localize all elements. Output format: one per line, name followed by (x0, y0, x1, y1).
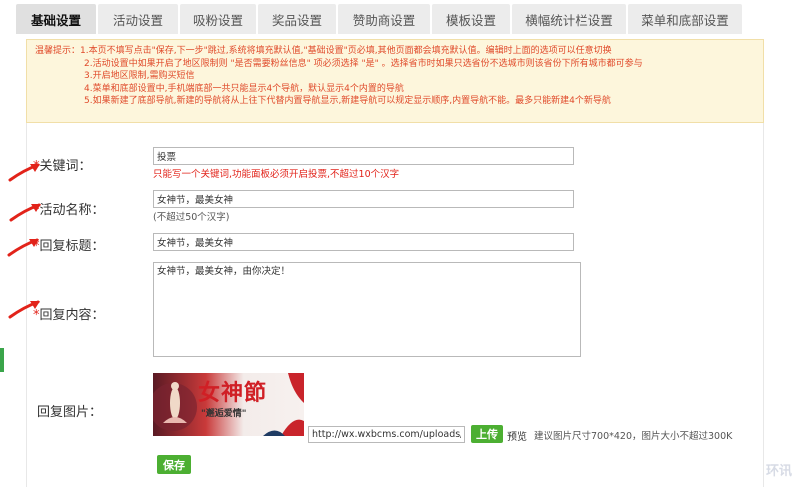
preview-link[interactable]: 预览 (507, 428, 527, 443)
activity-name-input[interactable] (153, 190, 574, 208)
tab-label: 奖品设置 (272, 10, 322, 29)
tab-menu-footer-settings[interactable]: 菜单和底部设置 (628, 4, 742, 34)
side-accent (0, 348, 4, 372)
tab-label: 模板设置 (446, 10, 496, 29)
notice-line: 2.活动设置中如果开启了地区限制则 "是否需要粉丝信息" 项必须选择 "是" 。… (35, 58, 755, 71)
notice-box: 温馨提示：1.本页不填写点击"保存,下一步"跳过,系统将填充默认值,"基础设置"… (26, 39, 764, 123)
tab-label: 菜单和底部设置 (641, 10, 729, 29)
keyword-hint: 只能写一个关键词,功能面板必须开启投票,不超过10个汉字 (153, 166, 399, 180)
upload-button[interactable]: 上传 (471, 425, 503, 443)
image-size-hint: 建议图片尺寸700*420，图片大小不超过300K (534, 428, 732, 442)
watermark: 环讯 (766, 460, 792, 479)
reply-image-preview: 女神節 "邂逅爱情" (153, 373, 304, 436)
reply-title-label: *回复标题： (33, 235, 105, 254)
notice-line: 3.开启地区限制,需购买短信 (35, 70, 755, 83)
reply-content-label-text: 回复内容： (40, 308, 105, 323)
tab-label: 横幅统计栏设置 (525, 10, 613, 29)
tab-template-settings[interactable]: 模板设置 (432, 4, 510, 34)
reply-title-input[interactable] (153, 233, 574, 251)
tab-sponsor-settings[interactable]: 赞助商设置 (338, 4, 430, 34)
tab-banner-stats-settings[interactable]: 横幅统计栏设置 (512, 4, 626, 34)
save-button[interactable]: 保存 (157, 455, 191, 474)
tab-label: 赞助商设置 (353, 10, 416, 29)
activity-name-label: *活动名称： (33, 199, 105, 218)
tab-label: 吸粉设置 (193, 10, 243, 29)
tab-bar: 基础设置 活动设置 吸粉设置 奖品设置 赞助商设置 模板设置 横幅统计栏设置 菜… (0, 0, 800, 38)
tab-fan-settings[interactable]: 吸粉设置 (180, 4, 256, 34)
notice-line: 4.菜单和底部设置中,手机端底部一共只能显示4个导航，默认显示4个内置的导航 (35, 83, 755, 96)
banner-subtitle: "邂逅爱情" (201, 406, 246, 419)
tab-activity-settings[interactable]: 活动设置 (98, 4, 178, 34)
tab-label: 基础设置 (31, 10, 81, 29)
image-url-input[interactable] (308, 426, 465, 443)
tab-label: 活动设置 (113, 10, 163, 29)
reply-content-textarea[interactable]: 女神节，最美女神，由你决定！ (153, 262, 581, 357)
banner-title: 女神節 (198, 375, 267, 407)
reply-content-label: *回复内容： (33, 304, 105, 323)
keyword-label: *关键词： (33, 155, 92, 174)
tab-basic-settings[interactable]: 基础设置 (16, 4, 96, 34)
notice-line: 温馨提示：1.本页不填写点击"保存,下一步"跳过,系统将填充默认值,"基础设置"… (35, 45, 755, 58)
notice-line: 5.如果新建了底部导航,新建的导航将从上往下代替内置导航显示,新建导航可以规定显… (35, 95, 755, 108)
keyword-label-text: 关键词： (40, 159, 92, 174)
tab-prize-settings[interactable]: 奖品设置 (258, 4, 336, 34)
reply-image-label: 回复图片： (37, 401, 102, 420)
activity-name-hint: (不超过50个汉字) (153, 209, 230, 223)
keyword-input[interactable] (153, 147, 574, 165)
reply-title-label-text: 回复标题： (40, 239, 105, 254)
activity-name-label-text: 活动名称： (40, 203, 105, 218)
